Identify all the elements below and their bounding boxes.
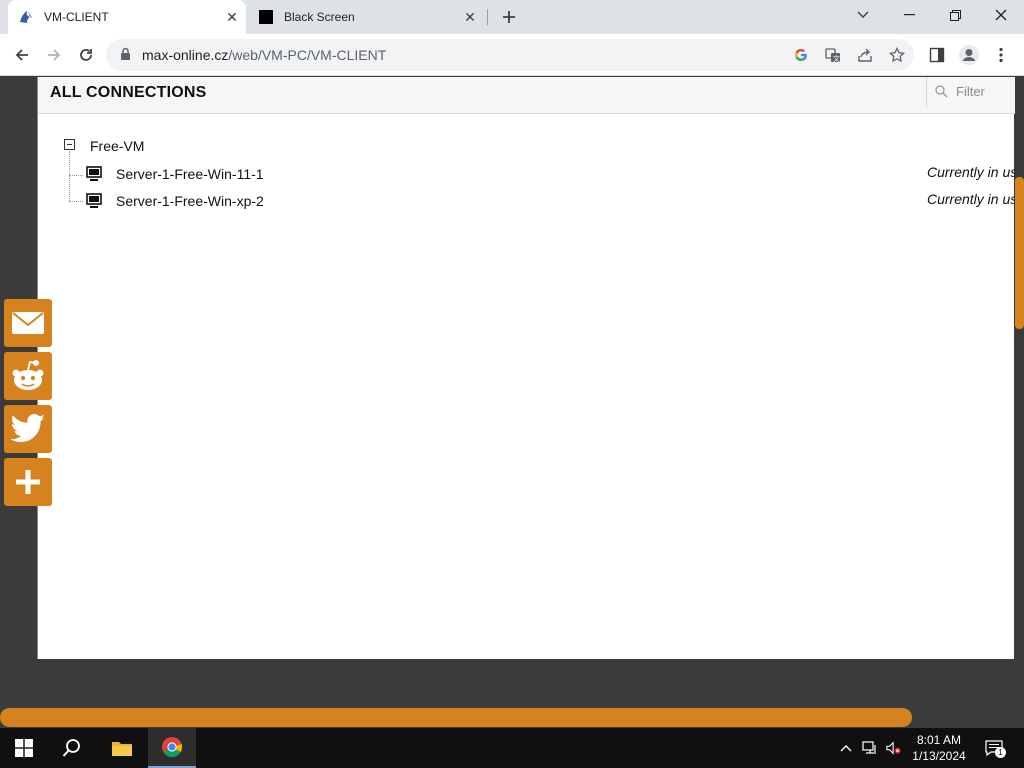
forward-button[interactable] [40,41,68,69]
filter-input[interactable]: Filter [926,77,1015,107]
chrome-taskbar-button[interactable] [148,728,196,768]
black-square-favicon [248,10,284,24]
volume-muted-icon[interactable] [886,740,902,756]
connection-row[interactable]: Server-1-Free-Win-11-1 Currently in use [86,163,1015,185]
horizontal-scrollbar-track [0,708,1024,728]
google-icon[interactable] [792,46,810,64]
connection-name: Server-1-Free-Win-11-1 [116,166,264,182]
reload-button[interactable] [72,41,100,69]
twitter-share-button[interactable] [4,405,52,453]
chevron-down-icon [857,11,869,18]
chrome-icon [162,737,183,758]
horizontal-scrollbar[interactable] [0,708,912,727]
search-button[interactable] [48,728,96,768]
vertical-scrollbar[interactable] [1015,177,1024,329]
new-tab-button[interactable] [496,5,522,29]
search-icon [62,739,80,757]
profile-avatar-icon[interactable] [958,44,980,66]
connections-header: ALL CONNECTIONS Filter [38,77,1015,114]
page-content: ALL CONNECTIONS Filter Free-VM Server-1-… [0,77,1024,728]
file-explorer-button[interactable] [98,728,146,768]
plus-icon [16,470,40,494]
notifications-button[interactable]: 1 [984,739,1006,758]
clock-date: 1/13/2024 [912,749,966,763]
bookmark-star-icon[interactable] [888,46,906,64]
monitor-icon [86,193,102,208]
address-bar[interactable]: max-online.cz/web/VM-PC/VM-CLIENT 文 [106,39,914,71]
tab-separator [487,9,488,25]
back-arrow-icon [15,49,28,61]
folder-icon [112,742,132,756]
close-icon [995,9,1007,21]
tab-search-button[interactable] [840,0,886,30]
connection-row[interactable]: Server-1-Free-Win-xp-2 Currently in use [86,190,1015,212]
tree-connector [69,151,70,201]
close-window-button[interactable] [978,0,1024,30]
url-text: max-online.cz/web/VM-PC/VM-CLIENT [142,47,387,63]
show-hidden-icons-chevron-icon[interactable] [838,740,854,756]
page-title: ALL CONNECTIONS [50,84,207,101]
reddit-share-button[interactable] [4,352,52,400]
email-share-button[interactable] [4,299,52,347]
start-button[interactable] [0,728,48,768]
reddit-icon [12,360,44,390]
translate-icon[interactable]: 文 [824,46,842,64]
forward-arrow-icon [48,49,61,61]
minimize-button[interactable] [886,0,932,30]
tab-strip: VM-CLIENT ✕ Black Screen ✕ [0,0,1024,34]
clock-time: 8:01 AM [916,733,962,747]
more-share-button[interactable] [4,458,52,506]
share-icon[interactable] [856,46,874,64]
connection-status: Currently in use [927,191,1015,207]
tab-vm-client[interactable]: VM-CLIENT ✕ [8,0,246,34]
twitter-icon [10,414,45,442]
side-panel-icon[interactable] [926,44,948,66]
connection-name: Server-1-Free-Win-xp-2 [116,193,264,209]
close-tab-icon[interactable]: ✕ [460,7,480,27]
monitor-icon [86,166,102,181]
network-icon[interactable] [862,740,878,756]
windows-logo-icon [15,739,33,757]
svg-text:文: 文 [833,54,840,63]
connections-panel: ALL CONNECTIONS Filter Free-VM Server-1-… [37,77,1015,659]
connection-tree: Free-VM Server-1-Free-Win-11-1 Currently… [38,114,1015,659]
filter-placeholder: Filter [956,84,985,99]
email-icon [12,312,44,334]
notification-count-badge: 1 [995,747,1006,758]
menu-kebab-icon[interactable] [990,44,1012,66]
tab-title: Black Screen [284,10,355,24]
reload-icon [80,49,92,61]
browser-toolbar: max-online.cz/web/VM-PC/VM-CLIENT 文 [0,34,1024,76]
collapse-group-toggle[interactable] [64,139,75,150]
lock-icon [120,47,131,66]
tree-connector [69,175,83,176]
back-button[interactable] [8,41,36,69]
minimize-icon [903,14,915,16]
close-tab-icon[interactable]: ✕ [222,7,242,27]
system-clock[interactable]: 8:01 AM 1/13/2024 [906,732,972,764]
tab-black-screen[interactable]: Black Screen ✕ [248,0,484,34]
tree-connector [69,201,83,202]
group-name[interactable]: Free-VM [90,138,144,154]
windows-taskbar: 8:01 AM 1/13/2024 1 [0,728,1024,768]
plus-icon [503,11,515,23]
restore-icon [949,9,961,21]
restore-button[interactable] [932,0,978,30]
connection-status: Currently in use [927,164,1015,180]
tab-title: VM-CLIENT [44,10,109,24]
search-icon [935,85,948,103]
vm-client-favicon [8,9,44,25]
